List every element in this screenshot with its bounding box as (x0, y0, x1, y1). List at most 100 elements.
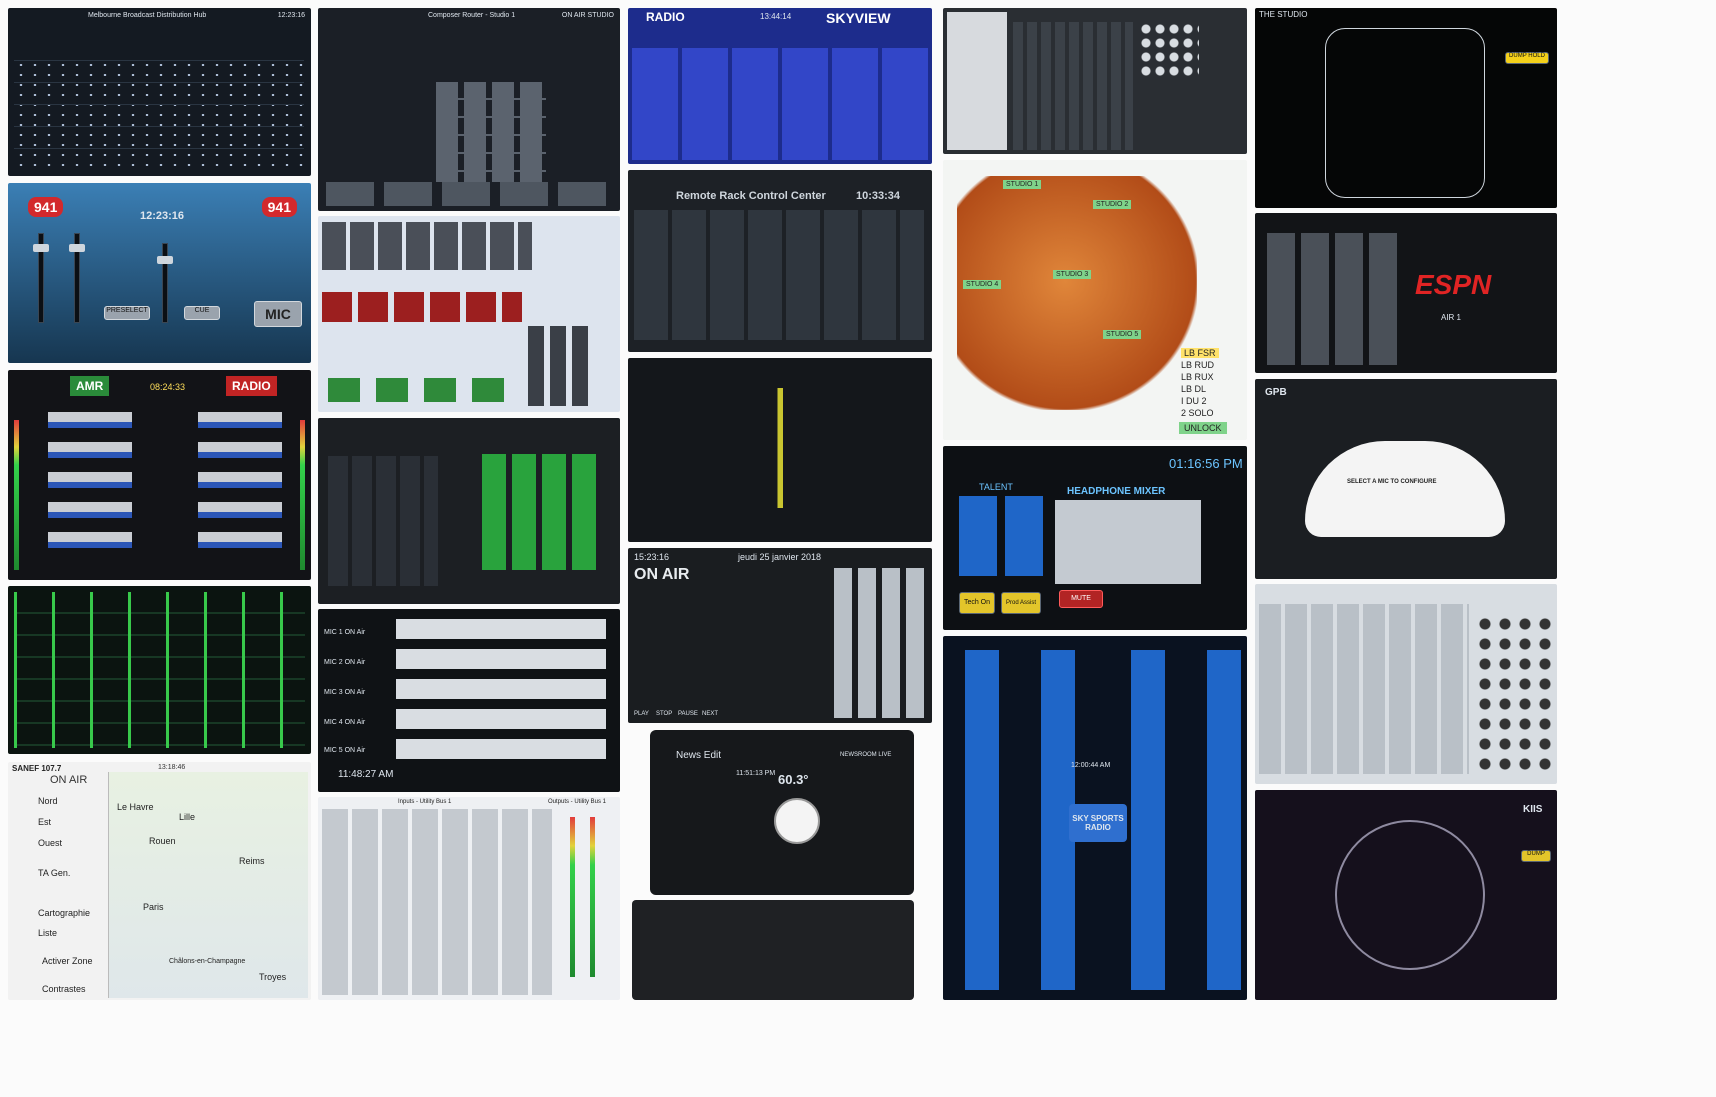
station-logo-left: 941 (28, 197, 64, 217)
menu-ta-gen[interactable]: TA Gen. (38, 868, 70, 878)
source-list-item[interactable]: LB RUX (1181, 372, 1214, 382)
green-button-bank[interactable] (328, 378, 518, 402)
studio-label[interactable]: STUDIO 3 (1053, 270, 1092, 279)
file-list[interactable] (947, 12, 1007, 150)
tile-utility-bus: Inputs - Utility Bus 1 Outputs - Utility… (318, 797, 620, 1000)
rotary-knobs[interactable] (1139, 22, 1199, 78)
fader-strips[interactable] (1013, 22, 1133, 150)
studio-ring[interactable] (1335, 820, 1485, 970)
menu-activer-zone[interactable]: Activer Zone (42, 956, 93, 966)
menu-nord[interactable]: Nord (38, 796, 58, 806)
bottom-buttons[interactable] (326, 182, 616, 206)
tech-on-button[interactable]: Tech On (959, 592, 995, 614)
tile-the-studio: THE STUDIO DUMP HOLD (1255, 8, 1557, 208)
routing-diagram[interactable] (648, 388, 918, 508)
row-label: MIC 4 ON Air (324, 719, 366, 726)
configure-prompt: SELECT A MIC TO CONFIGURE (1347, 479, 1437, 485)
row-label: MIC 2 ON Air (324, 659, 366, 666)
dump-button[interactable]: DUMP (1521, 850, 1551, 862)
terrain-map[interactable] (957, 176, 1197, 410)
tile-green-matrix (8, 586, 311, 754)
city-label: Lille (179, 812, 196, 822)
studio-table[interactable] (1305, 441, 1505, 537)
tile-941-studio: 941 941 12:23:16 PRESELECT CUE MIC (8, 183, 311, 363)
channel-strips[interactable] (632, 48, 928, 160)
control-buttons[interactable] (1267, 233, 1399, 365)
stop-button[interactable]: STOP (656, 711, 672, 717)
studio-label[interactable]: STUDIO 2 (1093, 200, 1132, 209)
brand-left: RADIO (646, 10, 685, 24)
source-list-item[interactable]: LB RUD (1181, 360, 1214, 370)
pause-button[interactable]: PAUSE (678, 711, 698, 717)
source-list-item[interactable]: LB DL (1181, 384, 1206, 394)
console-knobs[interactable] (1475, 614, 1551, 774)
mixer-title: HEADPHONE MIXER (1067, 486, 1166, 497)
studio-label[interactable]: STUDIO 1 (1003, 180, 1042, 189)
fader-3[interactable] (157, 243, 173, 323)
mute-button[interactable]: MUTE (1059, 590, 1103, 608)
tile-remote-rack: Remote Rack Control Center 10:33:34 (628, 170, 932, 352)
channel-strip-right[interactable] (198, 412, 282, 562)
outputs-title: Outputs - Utility Bus 1 (548, 799, 607, 805)
preselect-button[interactable]: PRESELECT (104, 306, 150, 320)
dump-hold-button[interactable]: DUMP HOLD (1505, 52, 1549, 64)
brand-right: SKYVIEW (826, 10, 891, 26)
studio-layout[interactable] (1325, 28, 1485, 198)
source-list-item[interactable]: I DU 2 (1181, 396, 1207, 406)
matrix-grid[interactable] (14, 592, 305, 748)
fader-2[interactable] (69, 233, 85, 323)
tile-label: ON AIR STUDIO (561, 12, 614, 19)
menu-cartographie[interactable]: Cartographie (38, 908, 90, 918)
fader-1[interactable] (33, 233, 49, 323)
console-strips[interactable] (1259, 604, 1469, 774)
keypad[interactable] (528, 326, 588, 406)
tile-title: Composer Router - Studio 1 (428, 12, 516, 19)
tile-title: Remote Rack Control Center (676, 190, 826, 202)
map-view[interactable]: Lille Reims Paris Le Havre Rouen Châlons… (108, 772, 308, 998)
play-button[interactable]: PLAY (634, 711, 649, 717)
studio-label[interactable]: STUDIO 5 (1103, 330, 1142, 339)
unlock-button[interactable]: UNLOCK (1179, 422, 1227, 434)
row-label: MIC 1 ON Air (324, 629, 366, 636)
router-buttons[interactable] (436, 82, 546, 182)
status-on-air: ON AIR (634, 566, 690, 583)
button-grid[interactable] (482, 454, 602, 570)
top-button-bank[interactable] (322, 222, 532, 270)
tile-mixer-grid (318, 418, 620, 604)
input-strips[interactable] (322, 809, 552, 995)
next-button[interactable]: NEXT (702, 711, 718, 717)
source-list-item[interactable]: 2 SOLO (1181, 408, 1214, 418)
talent-buttons[interactable] (959, 496, 1045, 576)
control-surface[interactable] (632, 900, 914, 1000)
cue-button[interactable]: CUE (184, 306, 220, 320)
mic-button[interactable]: MIC (254, 301, 302, 327)
headphone-faders[interactable] (1055, 500, 1201, 584)
tile-mic-on-air: MIC 1 ON Air MIC 2 ON Air MIC 3 ON Air M… (318, 609, 620, 792)
station-logo: SKY SPORTS RADIO (1069, 804, 1127, 842)
clock-face (774, 798, 820, 844)
prod-assist-button[interactable]: Prod Assist (1001, 592, 1041, 614)
menu-contrastes[interactable]: Contrastes (42, 984, 86, 994)
output-meter-left (570, 817, 575, 977)
channel-strip-left[interactable] (48, 412, 132, 562)
left-button-column[interactable] (965, 650, 1075, 990)
temperature: 60.3° (778, 772, 809, 787)
menu-ouest[interactable]: Ouest (38, 838, 62, 848)
fader-bank[interactable] (328, 456, 438, 586)
brand: ESPN (1415, 269, 1492, 300)
rack-modules[interactable] (634, 210, 924, 340)
tile-title: News Edit (676, 750, 722, 761)
menu-liste[interactable]: Liste (38, 928, 57, 938)
red-button-bank[interactable] (322, 292, 522, 322)
right-button-column[interactable] (1131, 650, 1241, 990)
mic-rows[interactable] (396, 619, 606, 765)
tile-console (1255, 584, 1557, 784)
crosspoint-grid[interactable] (14, 60, 304, 170)
fader-panel[interactable] (834, 568, 928, 718)
source-list-item[interactable]: LB FSR (1181, 348, 1219, 358)
menu-est[interactable]: Est (38, 817, 51, 827)
city-label: Paris (143, 902, 164, 912)
brand: THE STUDIO (1259, 10, 1308, 19)
studio-label[interactable]: STUDIO 4 (963, 280, 1002, 289)
app-title: SANEF 107.7 (12, 764, 62, 773)
